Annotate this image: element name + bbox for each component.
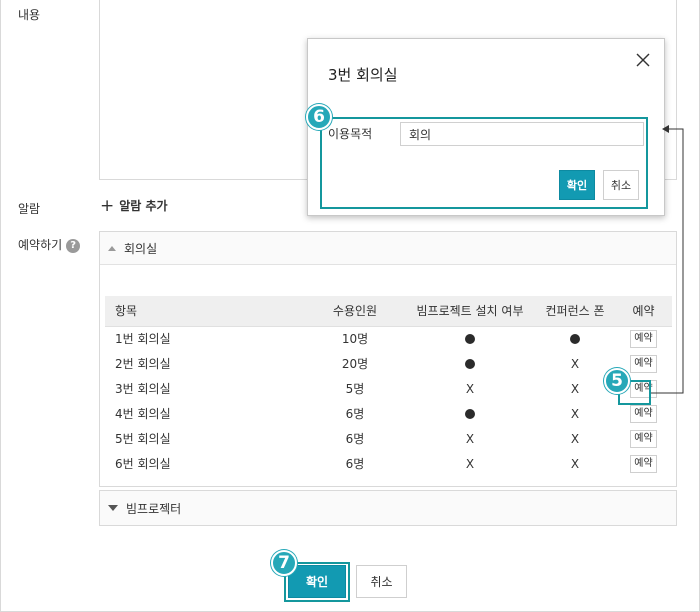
rooms-panel-title: 회의실 xyxy=(124,241,158,256)
content-label: 내용 xyxy=(18,8,41,22)
yes-dot-icon: ● xyxy=(465,334,475,345)
room-name: 3번 회의실 xyxy=(115,382,171,396)
conf-phone-cell: ● xyxy=(535,326,615,351)
help-icon[interactable]: ? xyxy=(66,238,81,253)
table-row: 1번 회의실 10명 ● ● 예약 xyxy=(105,326,672,351)
no-mark: X xyxy=(570,406,580,421)
rooms-panel-header[interactable]: 회의실 xyxy=(100,232,676,265)
plus-icon: + xyxy=(100,195,115,216)
table-row: 4번 회의실 6명 ● X 예약 xyxy=(105,401,672,426)
table-row: 5번 회의실 6명 X X 예약 xyxy=(105,426,672,451)
room-capacity: 6명 xyxy=(345,457,365,471)
room-capacity: 6명 xyxy=(345,432,365,446)
room-capacity: 5명 xyxy=(345,382,365,396)
footer-cancel-button[interactable]: 취소 xyxy=(356,565,407,598)
conf-phone-cell: X xyxy=(535,376,615,401)
room-capacity: 20명 xyxy=(341,357,369,371)
projector-cell: ● xyxy=(405,351,535,376)
projector-cell: ● xyxy=(405,401,535,426)
reserve-button[interactable]: 예약 xyxy=(630,454,657,473)
conf-phone-cell: X xyxy=(535,351,615,376)
reserve-cell: 예약 xyxy=(615,326,672,351)
projector-cell: ● xyxy=(405,326,535,351)
step-badge-7: 7 xyxy=(271,550,297,576)
conf-phone-cell: X xyxy=(535,426,615,451)
reserve-cell: 예약 xyxy=(615,451,672,476)
table-row: 2번 회의실 20명 ● X 예약 xyxy=(105,351,672,376)
caret-down-icon xyxy=(108,505,118,511)
no-mark: X xyxy=(570,431,580,446)
projector-cell: X xyxy=(405,376,535,401)
column-header: 컨퍼런스 폰 xyxy=(535,296,615,327)
room-capacity: 10명 xyxy=(341,332,369,347)
conf-phone-cell: X xyxy=(535,401,615,426)
step-badge-6: 6 xyxy=(306,104,332,130)
no-mark: X xyxy=(570,381,580,396)
close-icon[interactable] xyxy=(634,51,652,69)
projector-cell: X xyxy=(405,426,535,451)
no-mark: X xyxy=(465,456,475,471)
modal-title: 3번 회의실 xyxy=(328,66,398,84)
caret-up-icon xyxy=(108,245,116,251)
alarm-add-button[interactable]: + 알람 추가 xyxy=(100,197,168,214)
projector-panel-title: 빔프로젝터 xyxy=(126,501,182,516)
room-name: 4번 회의실 xyxy=(115,407,171,421)
projector-cell: X xyxy=(405,451,535,476)
column-header: 수용인원 xyxy=(305,296,405,327)
yes-dot-icon: ● xyxy=(570,334,580,345)
room-name: 2번 회의실 xyxy=(115,357,171,371)
room-name: 1번 회의실 xyxy=(115,332,171,347)
reserve-cell: 예약 xyxy=(615,426,672,451)
rooms-table: 항목 수용인원 빔프로젝트 설치 여부 컨퍼런스 폰 예약 1번 회의실 10명 ●… xyxy=(105,296,672,476)
room-capacity: 6명 xyxy=(345,407,365,421)
no-mark: X xyxy=(570,456,580,471)
reserve-button[interactable]: 예약 xyxy=(630,429,657,448)
conf-phone-cell: X xyxy=(535,451,615,476)
reserve-button[interactable]: 예약 xyxy=(630,404,657,423)
yes-dot-icon: ● xyxy=(465,359,475,369)
room-name: 6번 회의실 xyxy=(115,457,171,471)
reserve-label: 예약하기 xyxy=(18,238,63,252)
table-row: 6번 회의실 6명 X X 예약 xyxy=(105,451,672,476)
alarm-add-label: 알람 추가 xyxy=(119,199,168,213)
reserve-label-wrap: 예약하기? xyxy=(18,236,81,253)
no-mark: X xyxy=(570,356,580,371)
table-row: 3번 회의실 5명 X X 예약 xyxy=(105,376,672,401)
reserve-button[interactable]: 예약 xyxy=(630,354,657,373)
column-header: 빔프로젝트 설치 여부 xyxy=(405,296,535,327)
column-header: 예약 xyxy=(615,296,672,327)
table-header-row: 항목 수용인원 빔프로젝트 설치 여부 컨퍼런스 폰 예약 xyxy=(105,296,672,327)
alarm-label: 알람 xyxy=(18,202,41,216)
no-mark: X xyxy=(465,431,475,446)
no-mark: X xyxy=(465,381,475,396)
yes-dot-icon: ● xyxy=(465,409,475,419)
step6-highlight xyxy=(320,117,648,209)
projector-panel: 빔프로젝터 xyxy=(99,490,677,526)
projector-panel-header[interactable]: 빔프로젝터 xyxy=(100,491,676,525)
column-header: 항목 xyxy=(105,296,305,327)
room-name: 5번 회의실 xyxy=(115,432,171,446)
reserve-button[interactable]: 예약 xyxy=(630,329,657,348)
step-badge-5: 5 xyxy=(604,368,630,394)
rooms-panel: 회의실 항목 수용인원 빔프로젝트 설치 여부 컨퍼런스 폰 예약 1번 회의실… xyxy=(99,231,677,487)
